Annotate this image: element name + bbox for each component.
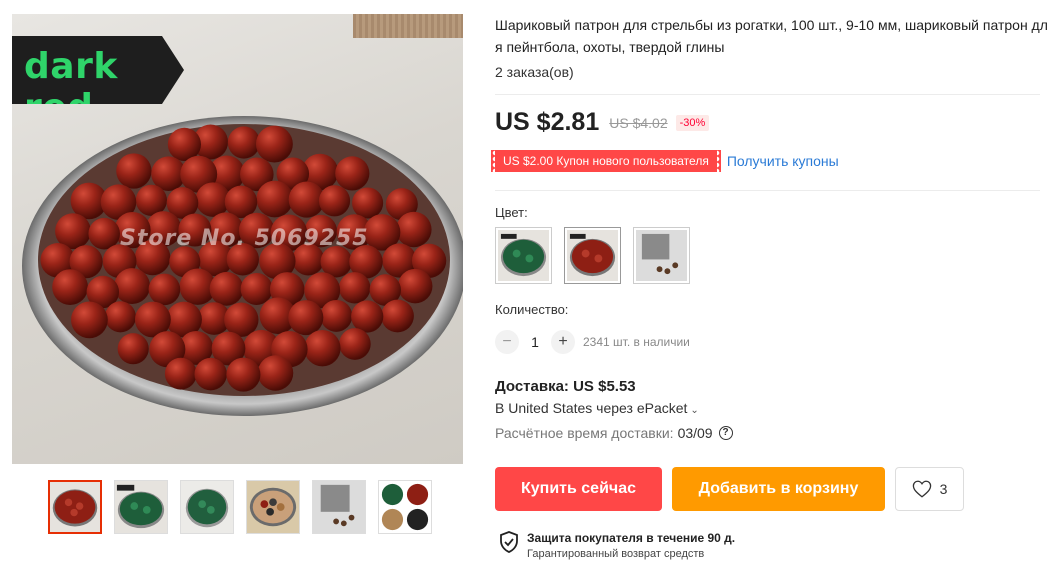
red-ball (256, 180, 294, 218)
main-product-image[interactable]: dark red Store No. 5069255 (12, 14, 463, 464)
wishlist-button[interactable]: 3 (895, 467, 964, 511)
thumbnail-dark-red[interactable] (48, 480, 102, 534)
price-row: US $2.81 US $4.02 -30% (495, 108, 710, 137)
current-price: US $2.81 (495, 108, 600, 136)
quantity-value[interactable]: 1 (519, 334, 551, 350)
red-ball (71, 301, 108, 339)
red-ball (257, 355, 294, 391)
red-ball (240, 273, 273, 305)
product-info: Шариковый патрон для стрельбы из рогатки… (495, 14, 1048, 80)
red-ball (318, 185, 351, 217)
shipping-method-selector[interactable]: В United States через ePacket ⌄ (495, 400, 699, 416)
red-ball (194, 357, 227, 391)
red-ball (396, 211, 432, 248)
swatch-dark-red[interactable] (564, 227, 621, 284)
red-ball (148, 273, 181, 306)
red-ball (117, 333, 149, 365)
new-user-coupon[interactable]: US $2.00 Купон нового пользователя (495, 150, 721, 172)
red-ball (226, 357, 261, 392)
delivery-label: Расчётное время доставки: (495, 425, 674, 441)
delivery-date: 03/09 (677, 425, 713, 441)
red-ball (352, 187, 384, 219)
red-ball (209, 271, 244, 306)
thumbnail-steel[interactable] (312, 480, 366, 534)
red-ball (397, 268, 433, 304)
red-ball (381, 299, 414, 333)
orders-count: 2 заказа(ов) (495, 64, 574, 80)
coupon-row: US $2.00 Купон нового пользователя Получ… (495, 150, 839, 172)
swatch-green[interactable] (495, 227, 552, 284)
divider-top (495, 94, 1040, 95)
red-ball (288, 300, 324, 336)
thumbnail-strip (48, 480, 432, 534)
color-overlay-tag: dark red (12, 36, 184, 104)
protection-subtitle: Гарантированный возврат средств (527, 548, 705, 560)
shield-check-icon (500, 531, 518, 553)
chevron-down-icon: ⌄ (690, 405, 699, 416)
color-label: Цвет: (495, 205, 528, 220)
thumbnail-mixed[interactable] (246, 480, 300, 534)
red-ball (338, 272, 371, 304)
heart-icon (912, 480, 931, 498)
thumbnail-color-grid[interactable] (378, 480, 432, 534)
product-title: Шариковый патрон для стрельбы из рогатки… (495, 17, 1048, 55)
quantity-stepper: − 1 + 2341 шт. в наличии (495, 330, 690, 354)
buyer-protection: Защита покупателя в течение 90 д. Гарант… (499, 531, 735, 562)
red-ball (88, 217, 120, 250)
red-ball (304, 330, 341, 367)
help-icon[interactable]: ? (718, 426, 733, 440)
color-swatches (495, 227, 690, 284)
quantity-minus-button[interactable]: − (495, 330, 519, 354)
red-ball (164, 357, 197, 390)
shipping-cost: Доставка: US $5.53 (495, 378, 636, 395)
red-ball (339, 328, 371, 360)
red-ball (335, 156, 370, 191)
red-ball (116, 153, 152, 189)
old-price: US $4.02 (609, 114, 668, 131)
buy-now-button[interactable]: Купить сейчас (495, 467, 662, 511)
quantity-plus-button[interactable]: + (551, 330, 575, 354)
add-to-cart-button[interactable]: Добавить в корзину (672, 467, 885, 511)
red-ball (104, 301, 136, 333)
thumbnail-green-label[interactable] (114, 480, 168, 534)
red-ball (114, 268, 151, 305)
quantity-label: Количество: (495, 302, 569, 317)
shipping-method: В United States через ePacket (495, 400, 688, 416)
red-ball (255, 125, 293, 163)
swatch-steel[interactable] (633, 227, 690, 284)
protection-title: Защита покупателя в течение 90 д. (527, 531, 736, 545)
delivery-estimate: Расчётное время доставки: 03/09 ? (495, 425, 733, 441)
store-watermark: Store No. 5069255 (120, 226, 369, 251)
red-ball (227, 126, 261, 159)
divider-middle (495, 190, 1040, 191)
wishlist-count: 3 (939, 481, 948, 497)
stock-count: 2341 шт. в наличии (583, 335, 690, 349)
red-ball (52, 269, 89, 306)
get-coupons-link[interactable]: Получить купоны (727, 153, 839, 169)
thumbnail-green-plate[interactable] (180, 480, 234, 534)
red-ball (351, 300, 384, 333)
red-ball (320, 299, 353, 332)
discount-badge: -30% (675, 114, 710, 131)
